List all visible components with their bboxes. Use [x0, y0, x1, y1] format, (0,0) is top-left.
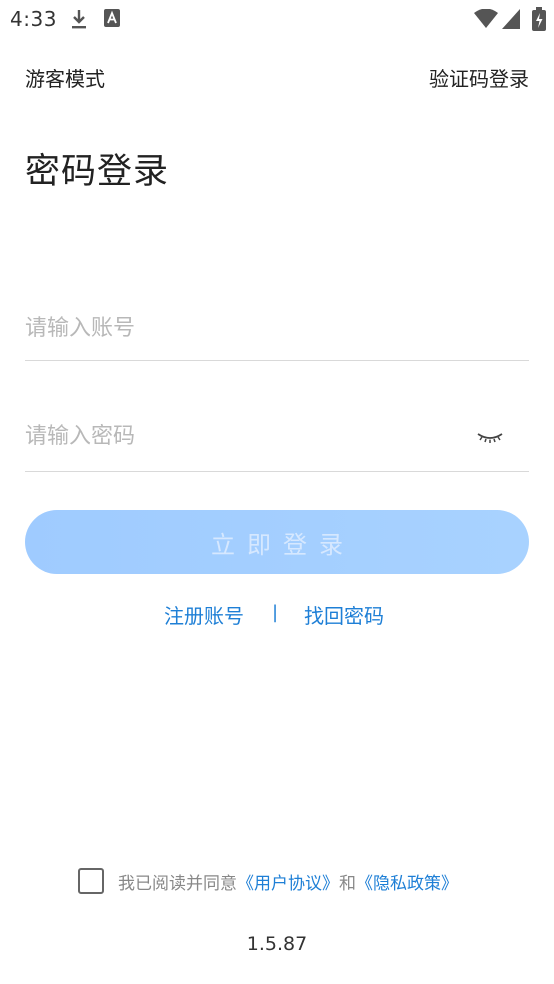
sms-login-button[interactable]: 验证码登录	[429, 63, 529, 92]
a-notification-icon	[104, 9, 120, 31]
account-input[interactable]	[25, 308, 465, 348]
login-button[interactable]: 立即登录	[25, 510, 529, 574]
battery-icon	[532, 7, 546, 35]
agreement-checkbox[interactable]	[78, 868, 104, 894]
signal-icon	[502, 9, 520, 33]
download-icon	[70, 8, 88, 34]
password-input[interactable]	[25, 416, 465, 456]
login-screen: 4:33 游客模式 验证码登录 密码登录 请输入账号 立即登录 注册账号 | 找…	[0, 0, 554, 984]
link-separator: |	[272, 602, 279, 623]
register-link[interactable]: 注册账号	[164, 600, 244, 629]
guest-mode-button[interactable]: 游客模式	[25, 63, 105, 92]
privacy-policy-link[interactable]: 《隐私政策》	[356, 869, 458, 894]
status-bar: 4:33	[0, 0, 554, 38]
wifi-icon	[474, 8, 498, 33]
app-version: 1.5.87	[246, 933, 308, 955]
user-agreement-link[interactable]: 《用户协议》	[237, 869, 339, 894]
account-field	[25, 308, 529, 361]
page-title: 密码登录	[25, 152, 170, 192]
eye-closed-icon[interactable]	[476, 424, 504, 448]
agreement-row: 我已阅读并同意 《用户协议》 和 《隐私政策》	[78, 866, 458, 896]
forgot-password-link[interactable]: 找回密码	[304, 600, 384, 629]
agreement-and: 和	[339, 873, 356, 894]
agreement-prefix: 我已阅读并同意	[118, 873, 237, 894]
status-time: 4:33	[10, 7, 57, 31]
password-field	[25, 416, 529, 472]
